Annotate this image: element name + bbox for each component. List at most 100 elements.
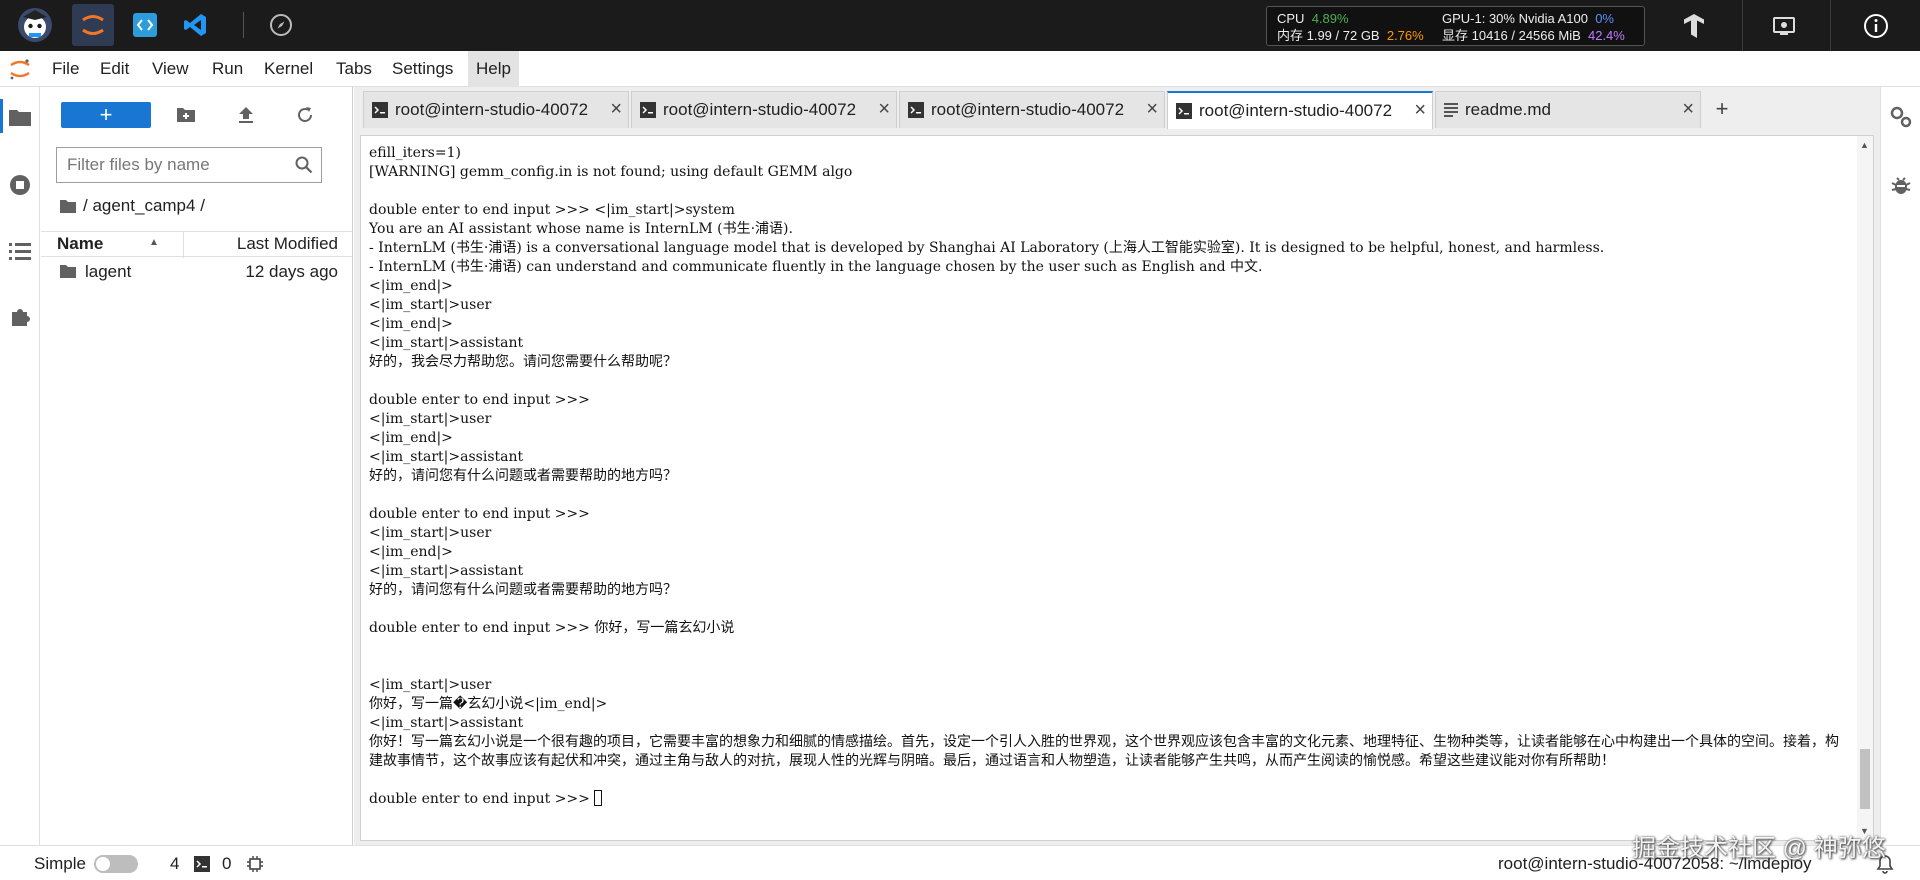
terminal-line: <|im_start|>user xyxy=(369,411,492,427)
close-icon[interactable]: × xyxy=(610,99,622,119)
intern-logo-icon[interactable] xyxy=(14,4,56,46)
running-kernels-icon[interactable] xyxy=(6,171,34,199)
tab-terminal-4[interactable]: root@intern-studio-40072 × xyxy=(1167,91,1433,129)
menu-help[interactable]: Help xyxy=(468,51,519,87)
kernel-count[interactable]: 4 xyxy=(170,854,179,874)
terminal-line: 好的，我会尽力帮助您。请问您需要什么帮助呢？ xyxy=(369,354,677,370)
file-filter-box xyxy=(56,147,322,183)
tab-label: root@intern-studio-40072 xyxy=(395,100,589,119)
vram-label: 显存 10416 / 24566 MiB xyxy=(1442,28,1581,43)
tab-label: root@intern-studio-40072 xyxy=(931,100,1125,119)
code-server-icon[interactable] xyxy=(124,4,166,46)
terminal-line: double enter to end input >>> xyxy=(369,392,590,408)
terminal-line: efill_iters=1) xyxy=(369,145,461,161)
menu-settings[interactable]: Settings xyxy=(384,51,461,87)
terminal-line: 好的，请问您有什么问题或者需要帮助的地方吗？ xyxy=(369,468,677,484)
terminal-line: <|im_end|> xyxy=(369,430,453,446)
menu-view[interactable]: View xyxy=(144,51,197,87)
terminal-prompt: double enter to end input >>> xyxy=(369,791,595,807)
menu-bar: File Edit View Run Kernel Tabs Settings … xyxy=(0,51,1920,87)
property-inspector-gears-icon[interactable] xyxy=(1889,105,1913,129)
terminal-count[interactable]: 0 xyxy=(194,854,231,874)
close-icon[interactable]: × xyxy=(1146,99,1158,119)
terminal-icon xyxy=(640,102,656,118)
file-modified: 12 days ago xyxy=(245,262,338,281)
terminal-line: - InternLM (书生·浦语) is a conversational l… xyxy=(369,240,1605,256)
file-filter-input[interactable] xyxy=(57,148,282,182)
main-area: root@intern-studio-40072 × root@intern-s… xyxy=(354,87,1880,845)
folder-icon[interactable] xyxy=(59,199,77,214)
terminal-output[interactable]: efill_iters=1) [WARNING] gemm_config.in … xyxy=(369,144,1849,809)
gpu-value: 0% xyxy=(1595,11,1614,26)
table-of-contents-icon[interactable] xyxy=(6,237,34,265)
menu-tabs[interactable]: Tabs xyxy=(328,51,380,87)
kernel-activity-icon[interactable] xyxy=(246,854,264,874)
vscode-icon[interactable] xyxy=(174,4,216,46)
sort-ascending-icon: ▲ xyxy=(149,237,159,248)
folder-icon[interactable] xyxy=(6,103,34,131)
menu-file[interactable]: File xyxy=(44,51,87,87)
file-list-header: Name ▲ Last Modified xyxy=(41,231,352,258)
scroll-thumb[interactable] xyxy=(1860,749,1870,809)
cpu-label: CPU xyxy=(1277,11,1305,26)
refresh-icon[interactable] xyxy=(292,102,318,128)
terminal-prompt-line: double enter to end input >>> xyxy=(369,790,1849,809)
terminal-line: <|im_end|> xyxy=(369,278,453,294)
tab-terminal-1[interactable]: root@intern-studio-40072 × xyxy=(363,91,629,128)
top-divider xyxy=(1742,0,1743,51)
upload-icon[interactable] xyxy=(233,102,259,128)
debugger-bug-icon[interactable] xyxy=(1889,173,1913,197)
simple-mode-label: Simple xyxy=(34,854,86,873)
terminal-scrollbar[interactable]: ▲ ▼ xyxy=(1857,136,1873,840)
info-icon[interactable] xyxy=(1852,4,1900,48)
tab-label: root@intern-studio-40072 xyxy=(1199,101,1393,120)
resource-monitor: CPU 4.89% 内存 1.99 / 72 GB 2.76% GPU-1: 3… xyxy=(1266,6,1645,46)
menu-edit[interactable]: Edit xyxy=(92,51,137,87)
jupyter-logo-icon xyxy=(10,59,30,80)
folder-icon xyxy=(60,265,76,278)
tensorflow-icon[interactable] xyxy=(1670,4,1718,48)
terminal-line: You are an AI assistant whose name is In… xyxy=(369,221,793,237)
scroll-up-icon[interactable]: ▲ xyxy=(1860,140,1869,150)
add-tab-button[interactable]: + xyxy=(1706,94,1738,124)
close-icon[interactable]: × xyxy=(1414,100,1426,120)
tab-readme[interactable]: readme.md × xyxy=(1435,91,1701,128)
terminal-line: <|im_end|> xyxy=(369,544,453,560)
tab-label: readme.md xyxy=(1465,100,1551,119)
terminal-cursor[interactable] xyxy=(594,790,603,806)
new-launcher-button[interactable]: + xyxy=(61,102,151,128)
tab-terminal-3[interactable]: root@intern-studio-40072 × xyxy=(899,91,1165,128)
extension-puzzle-icon[interactable] xyxy=(6,303,34,331)
terminal-line: <|im_start|>user xyxy=(369,525,492,541)
close-icon[interactable]: × xyxy=(878,99,890,119)
compass-icon[interactable] xyxy=(260,4,302,46)
breadcrumb: / agent_camp4 / xyxy=(59,195,205,217)
jupyter-app-icon[interactable] xyxy=(72,4,114,46)
terminal-icon xyxy=(372,102,388,118)
column-name[interactable]: Name xyxy=(57,234,103,254)
search-icon xyxy=(295,156,313,174)
terminal-line: double enter to end input >>> <|im_start… xyxy=(369,202,735,218)
top-separator xyxy=(243,12,244,38)
menu-kernel[interactable]: Kernel xyxy=(256,51,321,87)
new-folder-icon[interactable] xyxy=(173,102,199,128)
kernel-count-value: 4 xyxy=(170,854,180,873)
column-divider[interactable] xyxy=(183,232,184,258)
terminal-panel[interactable]: efill_iters=1) [WARNING] gemm_config.in … xyxy=(360,135,1874,841)
tab-bar: root@intern-studio-40072 × root@intern-s… xyxy=(354,87,1880,129)
top-bar: CPU 4.89% 内存 1.99 / 72 GB 2.76% GPU-1: 3… xyxy=(0,0,1920,51)
monitor-settings-icon[interactable] xyxy=(1760,4,1808,48)
column-last-modified[interactable]: Last Modified xyxy=(237,234,338,254)
menu-run[interactable]: Run xyxy=(204,51,251,87)
file-row-lagent[interactable]: lagent 12 days ago xyxy=(41,259,352,285)
active-tab-indicator xyxy=(0,99,3,133)
tab-terminal-2[interactable]: root@intern-studio-40072 × xyxy=(631,91,897,128)
breadcrumb-path[interactable]: / agent_camp4 / xyxy=(83,196,205,216)
close-icon[interactable]: × xyxy=(1682,99,1694,119)
top-divider xyxy=(1830,0,1831,51)
simple-mode-toggle[interactable] xyxy=(94,854,138,874)
